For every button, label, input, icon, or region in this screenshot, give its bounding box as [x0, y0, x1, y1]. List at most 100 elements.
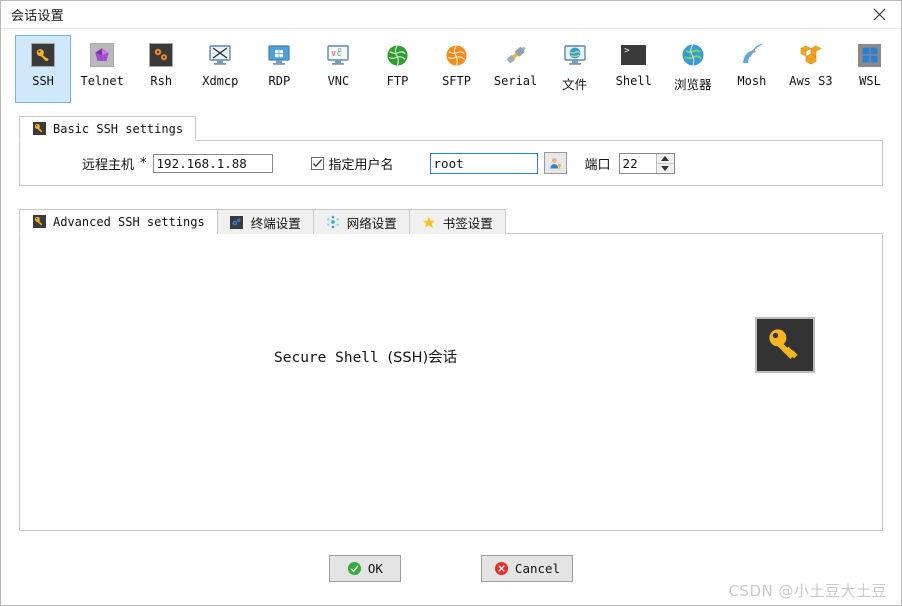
protocol-label: WSL: [859, 74, 881, 88]
port-increment-button[interactable]: [656, 153, 674, 164]
green-globe-icon: [384, 42, 410, 68]
protocol-rsh[interactable]: Rsh: [133, 35, 189, 103]
window-title: 会话设置: [11, 9, 64, 24]
protocol-label: 浏览器: [674, 77, 712, 92]
red-x-icon: [494, 561, 508, 575]
browser-globe-icon: [680, 42, 706, 68]
lower-tabstrip: Advanced SSH settings 终端设置 网络设置 书签设置: [19, 208, 883, 234]
key-icon: [769, 329, 798, 359]
protocol-label: Mosh: [737, 74, 767, 88]
watermark: CSDN @小土豆大土豆: [728, 582, 887, 600]
port-decrement-button[interactable]: [656, 163, 674, 173]
port-label: 端口: [584, 157, 611, 173]
protocol-label: Aws S3: [789, 74, 833, 88]
user-key-icon: [549, 157, 561, 169]
protocol-label: SSH: [32, 74, 54, 88]
protocol-label: Telnet: [80, 74, 124, 88]
terminal-settings-icon: [230, 215, 244, 229]
dialog-footer: OK Cancel CSDN @小土豆大土豆: [1, 531, 901, 605]
key-icon: [32, 122, 46, 136]
protocol-sftp[interactable]: SFTP: [429, 35, 485, 103]
tab-network-settings[interactable]: 网络设置: [312, 209, 410, 234]
cancel-label: Cancel: [514, 560, 561, 576]
cancel-button[interactable]: Cancel: [480, 554, 574, 582]
protocol-mosh[interactable]: Mosh: [724, 35, 780, 103]
satellite-dish-icon: [739, 42, 765, 68]
protocol-label: Serial: [493, 74, 538, 88]
port-stepper[interactable]: [618, 152, 675, 174]
ok-label: OK: [367, 560, 383, 576]
protocol-wsl[interactable]: WSL: [842, 35, 898, 103]
key-icon: [32, 215, 46, 229]
tab-bookmark-settings[interactable]: 书签设置: [408, 209, 506, 234]
protocol-vnc[interactable]: VCn VNC: [310, 35, 366, 103]
protocol-label: Rsh: [150, 74, 173, 88]
specify-username-checkbox[interactable]: [310, 156, 324, 170]
basic-settings-panel: 远程主机 * 指定用户名 端口: [19, 140, 883, 186]
tab-terminal-settings[interactable]: 终端设置: [216, 209, 314, 234]
terminal-icon: >: [621, 42, 647, 68]
protocol-aws-s3[interactable]: Aws S3: [783, 35, 839, 103]
windows-monitor-icon: [266, 42, 292, 68]
required-marker: *: [140, 155, 147, 171]
crystal-icon: [89, 42, 115, 68]
remote-host-label: 远程主机: [82, 157, 135, 173]
network-icon: [326, 215, 340, 229]
basic-tabstrip: Basic SSH settings: [19, 115, 883, 141]
protocol-label: SFTP: [442, 74, 471, 88]
tab-label: 网络设置: [346, 215, 397, 231]
vnc-monitor-icon: VCn: [325, 42, 351, 68]
protocol-xdmcp[interactable]: Xdmcp: [192, 35, 248, 103]
protocol-ssh[interactable]: SSH: [15, 35, 72, 103]
ok-button[interactable]: OK: [328, 554, 401, 582]
ssh-session-caption: Secure Shell (SSH)会话: [274, 346, 457, 367]
protocol-label: Xdmcp: [202, 74, 239, 88]
select-user-button[interactable]: [543, 152, 567, 174]
protocol-label: VNC: [327, 74, 350, 88]
protocol-browser[interactable]: 浏览器: [665, 35, 721, 103]
advanced-settings-section: Advanced SSH settings 终端设置 网络设置 书签设置 Sec…: [1, 208, 901, 531]
protocol-file[interactable]: 文件: [547, 35, 603, 103]
tab-label: 书签设置: [442, 215, 493, 231]
caret-up-icon: [661, 155, 670, 161]
protocol-telnet[interactable]: Telnet: [74, 35, 130, 103]
close-icon: [873, 8, 885, 21]
check-icon: [312, 158, 322, 167]
gears-icon: [148, 42, 174, 68]
monitor-x-icon: [207, 42, 233, 68]
port-input[interactable]: [619, 153, 656, 173]
protocol-ftp[interactable]: FTP: [369, 35, 425, 103]
tab-label: Basic SSH settings: [53, 121, 184, 136]
ssh-info-panel: Secure Shell (SSH)会话: [19, 233, 883, 531]
caption-cjk: (SSH)会话: [387, 350, 458, 366]
basic-settings-section: Basic SSH settings 远程主机 * 指定用户名 端口: [1, 115, 901, 186]
green-check-icon: [347, 561, 361, 575]
tab-label: Advanced SSH settings: [53, 214, 205, 229]
remote-host-input[interactable]: [152, 153, 273, 173]
globe-monitor-icon: [562, 42, 588, 68]
protocol-label: FTP: [386, 74, 409, 88]
title-bar: 会话设置: [1, 1, 901, 29]
aws-cubes-icon: [798, 42, 824, 68]
protocol-serial[interactable]: Serial: [488, 35, 544, 103]
specify-username-label: 指定用户名: [328, 157, 394, 173]
protocol-rdp[interactable]: RDP: [251, 35, 307, 103]
protocol-shell[interactable]: > Shell: [606, 35, 662, 103]
svg-text:n: n: [338, 47, 341, 53]
key-icon: [30, 42, 56, 68]
windows-logo-icon: [857, 42, 883, 68]
protocol-label: RDP: [268, 74, 291, 88]
ssh-key-illustration: [755, 317, 815, 373]
orange-globe-icon: [444, 42, 470, 68]
protocol-label: Shell: [615, 74, 652, 88]
close-button[interactable]: [857, 1, 901, 28]
protocol-toolbar: SSH Telnet Rsh Xdmcp RDP V C n VNC FTP S…: [1, 29, 901, 115]
protocol-label: 文件: [562, 77, 588, 92]
tab-basic-ssh-settings[interactable]: Basic SSH settings: [19, 116, 197, 141]
session-settings-window: 会话设置 SSH Telnet Rsh Xdmcp RDP V C n VNC …: [0, 0, 902, 606]
caret-down-icon: [661, 165, 670, 171]
tab-advanced-ssh-settings[interactable]: Advanced SSH settings: [19, 209, 218, 234]
plug-icon: [503, 42, 529, 68]
username-input[interactable]: [429, 152, 538, 174]
caption-ascii: Secure Shell: [274, 350, 388, 366]
